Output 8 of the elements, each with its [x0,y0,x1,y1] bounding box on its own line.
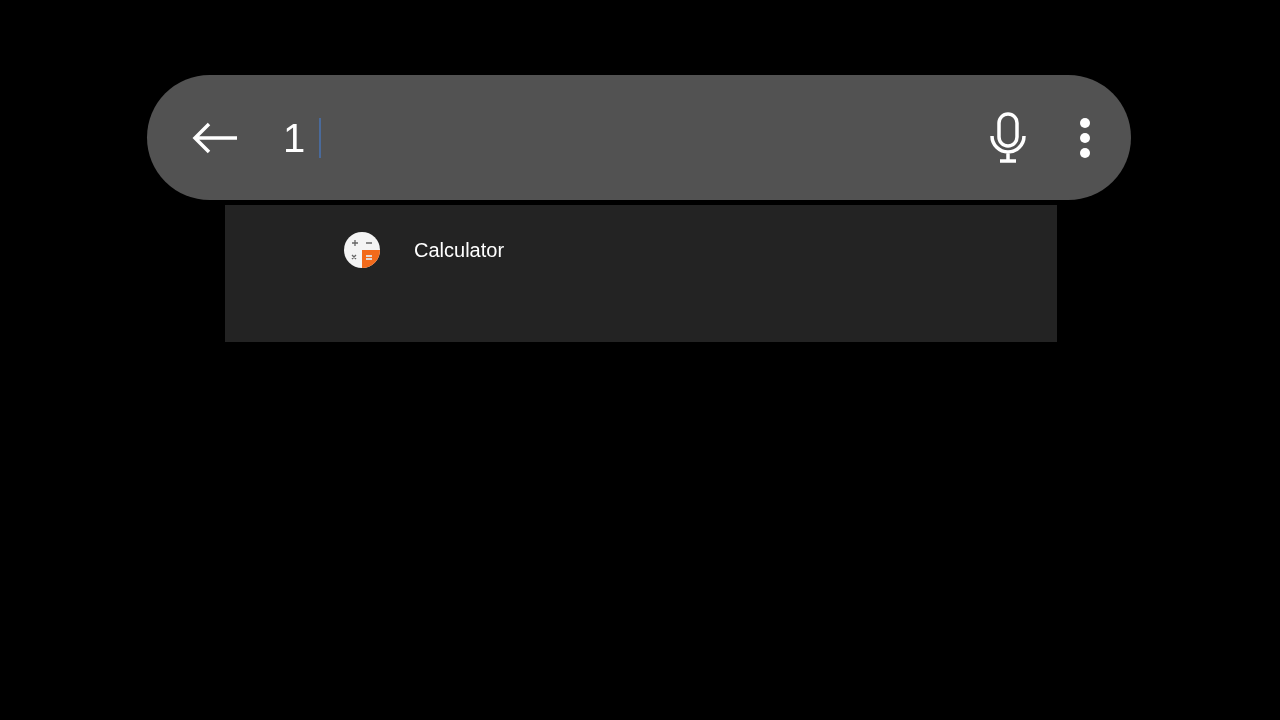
microphone-icon [989,111,1027,164]
result-item[interactable]: Calculator [414,238,505,262]
microphone-button[interactable] [989,111,1027,164]
search-field[interactable]: 1 [283,117,306,158]
calculator-icon [343,231,381,269]
more-icon [1079,116,1091,159]
text-cursor [319,117,322,158]
more-options-button[interactable] [1079,116,1091,159]
